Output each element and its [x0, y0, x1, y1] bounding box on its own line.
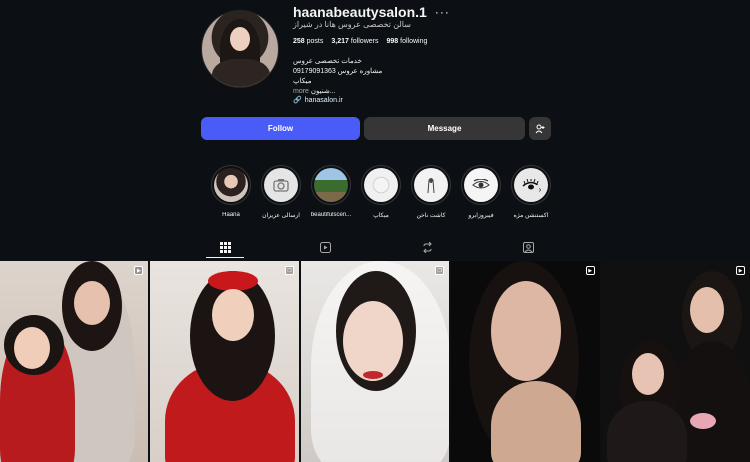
- profile-stats: 258 posts 3,217 followers 998 following: [293, 38, 427, 45]
- profile-tabs: [0, 236, 750, 260]
- reel-icon: ▶: [585, 266, 595, 275]
- post-palette: [689, 413, 716, 429]
- profile-avatar[interactable]: [201, 10, 279, 88]
- highlight-makeup[interactable]: میکاپ: [355, 165, 407, 219]
- post-figure-face: [491, 281, 562, 381]
- post-figure-face: [342, 301, 403, 381]
- post-lips: [362, 371, 383, 379]
- repost-icon: [422, 241, 432, 253]
- highlight-label: اکستنشن مژه: [513, 213, 549, 219]
- highlight-brow[interactable]: فیبروزابرو: [455, 165, 507, 219]
- carousel-icon: ❐: [284, 266, 294, 275]
- highlights-next-arrow-icon[interactable]: ›: [535, 184, 545, 194]
- username-row: haanabeautysalon.1 ···: [293, 4, 450, 20]
- website-link[interactable]: 🔗 hanasalon.ir: [293, 96, 343, 105]
- highlight-label: کاشت ناخن: [416, 213, 446, 219]
- tab-reels[interactable]: [318, 240, 332, 254]
- makeup-icon: [364, 168, 398, 202]
- suggested-accounts-button[interactable]: [529, 117, 551, 140]
- active-tab-indicator: [206, 257, 244, 258]
- bio-line: میکاپ: [293, 78, 312, 85]
- post-figure-face: [74, 281, 110, 325]
- following-count[interactable]: 998 following: [386, 38, 427, 45]
- highlight-label: فیبروزابرو: [468, 213, 494, 219]
- post-figure-face: [14, 327, 50, 369]
- link-icon: 🔗: [293, 97, 302, 104]
- posts-count: 258 posts: [293, 38, 324, 45]
- avatar-body-shape: [212, 59, 270, 87]
- highlight-beautiful[interactable]: beautifulscen...: [305, 165, 357, 218]
- tab-posts[interactable]: [218, 240, 232, 254]
- follow-button[interactable]: Follow: [201, 117, 360, 140]
- highlight-label: ارسالی عزیزان: [262, 213, 300, 219]
- highlight-lash[interactable]: اکستنشن مژه: [505, 165, 557, 219]
- posts-grid: ▶ ❐ ❐ ▶ ▶: [0, 261, 750, 462]
- highlight-label: میکاپ: [373, 213, 389, 219]
- post-figure-face: [689, 287, 724, 333]
- bio-more-link[interactable]: more: [293, 88, 309, 95]
- reel-icon: ▶: [134, 266, 144, 275]
- add-user-icon: [535, 124, 545, 133]
- post-hand: [491, 381, 582, 462]
- nail-icon: [414, 168, 448, 202]
- website-link-text[interactable]: hanasalon.ir: [305, 97, 343, 104]
- post-figure-face: [631, 353, 664, 395]
- highlight-haana[interactable]: Haana: [205, 165, 257, 218]
- post-tile[interactable]: ❐: [300, 261, 450, 462]
- avatar-face-shape: [230, 27, 250, 51]
- reels-icon: [319, 241, 331, 253]
- display-name: سالن تخصصی عروس هانا در شیراز: [293, 20, 411, 29]
- post-tile[interactable]: ❐: [150, 261, 299, 462]
- more-options-icon[interactable]: ···: [435, 5, 450, 19]
- highlight-label: Haana: [222, 212, 240, 218]
- post-tile[interactable]: ▶: [451, 261, 600, 462]
- tab-reposts[interactable]: [420, 240, 434, 254]
- highlight-nail[interactable]: کاشت ناخن: [405, 165, 457, 219]
- portrait-icon: [214, 168, 248, 202]
- followers-count[interactable]: 3,217 followers: [331, 38, 378, 45]
- eye-icon: [464, 168, 498, 202]
- post-figure: [606, 401, 687, 462]
- reel-icon: ▶: [736, 266, 746, 275]
- camera-icon: [264, 168, 298, 202]
- landscape-icon: [314, 168, 348, 202]
- tagged-icon: [522, 241, 534, 253]
- post-tile[interactable]: ▶: [0, 261, 149, 462]
- username: haanabeautysalon.1: [293, 4, 427, 20]
- tab-tagged[interactable]: [521, 240, 535, 254]
- bio: خدمات تخصصی عروس مشاوره عروس 09179091363…: [293, 57, 382, 97]
- grid-icon: [219, 241, 231, 253]
- post-tile[interactable]: ▶: [601, 261, 750, 462]
- highlight-label: beautifulscen...: [310, 212, 352, 218]
- bio-line: مشاوره عروس 09179091363: [293, 68, 383, 75]
- bio-line: خدمات تخصصی عروس: [293, 58, 362, 65]
- message-button[interactable]: Message: [364, 117, 525, 140]
- carousel-icon: ❐: [435, 266, 445, 275]
- highlight-sent[interactable]: ارسالی عزیزان: [255, 165, 307, 219]
